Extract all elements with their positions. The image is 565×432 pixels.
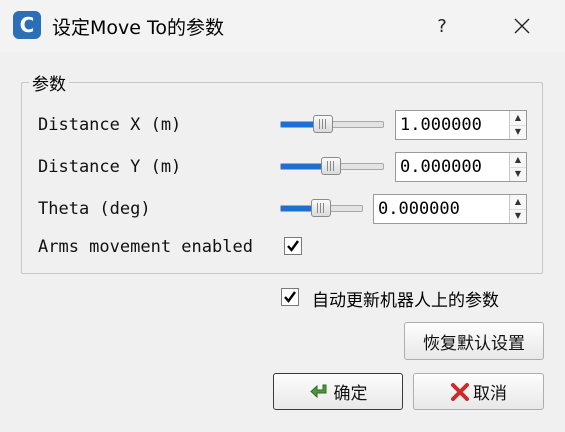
distance-y-value[interactable]: 0.000000 — [400, 157, 482, 177]
close-icon — [514, 18, 530, 34]
checkmark-icon — [287, 240, 299, 252]
distance-y-label: Distance Y (m) — [38, 157, 182, 177]
distance-x-value[interactable]: 1.000000 — [400, 115, 482, 135]
theta-value[interactable]: 0.000000 — [378, 199, 460, 219]
theta-label: Theta (deg) — [38, 199, 151, 219]
spin-up-icon[interactable]: ▲ — [510, 153, 526, 168]
distance-x-slider[interactable] — [280, 115, 384, 133]
arms-movement-label: Arms movement enabled — [38, 237, 253, 257]
spin-down-icon[interactable]: ▼ — [510, 167, 526, 181]
theta-spinbox[interactable]: 0.000000 ▲ ▼ — [373, 194, 527, 224]
theta-slider-handle[interactable] — [311, 199, 331, 217]
green-arrow-icon — [309, 383, 331, 401]
app-icon: C — [13, 11, 41, 39]
ok-label: 确定 — [333, 384, 368, 404]
distance-x-label: Distance X (m) — [38, 115, 182, 135]
spin-up-icon[interactable]: ▲ — [510, 195, 526, 210]
close-button[interactable] — [500, 6, 544, 46]
groupbox-title: 参数 — [29, 70, 69, 95]
distance-y-slider-handle[interactable] — [321, 157, 341, 175]
arms-movement-checkbox[interactable] — [284, 237, 302, 255]
distance-x-slider-fill — [281, 122, 314, 127]
title-bar: C 设定Move To的参数 ? — [0, 0, 565, 52]
distance-x-spin-arrows: ▲ ▼ — [509, 111, 526, 139]
theta-spin-arrows: ▲ ▼ — [509, 195, 526, 223]
help-button[interactable]: ? — [424, 6, 460, 46]
red-x-icon — [450, 382, 470, 401]
cancel-button[interactable]: 取消 — [413, 373, 544, 410]
spin-down-icon[interactable]: ▼ — [510, 125, 526, 139]
auto-update-label: 自动更新机器人上的参数 — [312, 291, 499, 311]
window-title: 设定Move To的参数 — [52, 17, 224, 39]
auto-update-checkbox[interactable] — [281, 288, 299, 306]
distance-y-spinbox[interactable]: 0.000000 ▲ ▼ — [395, 152, 527, 182]
spin-down-icon[interactable]: ▼ — [510, 209, 526, 223]
theta-slider-fill — [281, 206, 312, 211]
distance-y-slider[interactable] — [280, 157, 384, 175]
distance-x-spinbox[interactable]: 1.000000 ▲ ▼ — [395, 110, 527, 140]
checkmark-icon — [284, 291, 296, 303]
ok-button[interactable]: 确定 — [273, 373, 403, 410]
distance-x-slider-handle[interactable] — [313, 115, 333, 133]
distance-y-spin-arrows: ▲ ▼ — [509, 153, 526, 181]
cancel-label: 取消 — [473, 384, 507, 404]
distance-y-slider-fill — [281, 164, 323, 169]
restore-defaults-label: 恢复默认设置 — [423, 333, 525, 354]
theta-slider[interactable] — [280, 199, 363, 217]
spin-up-icon[interactable]: ▲ — [510, 111, 526, 126]
restore-defaults-button[interactable]: 恢复默认设置 — [404, 322, 544, 360]
help-icon: ? — [437, 15, 447, 37]
